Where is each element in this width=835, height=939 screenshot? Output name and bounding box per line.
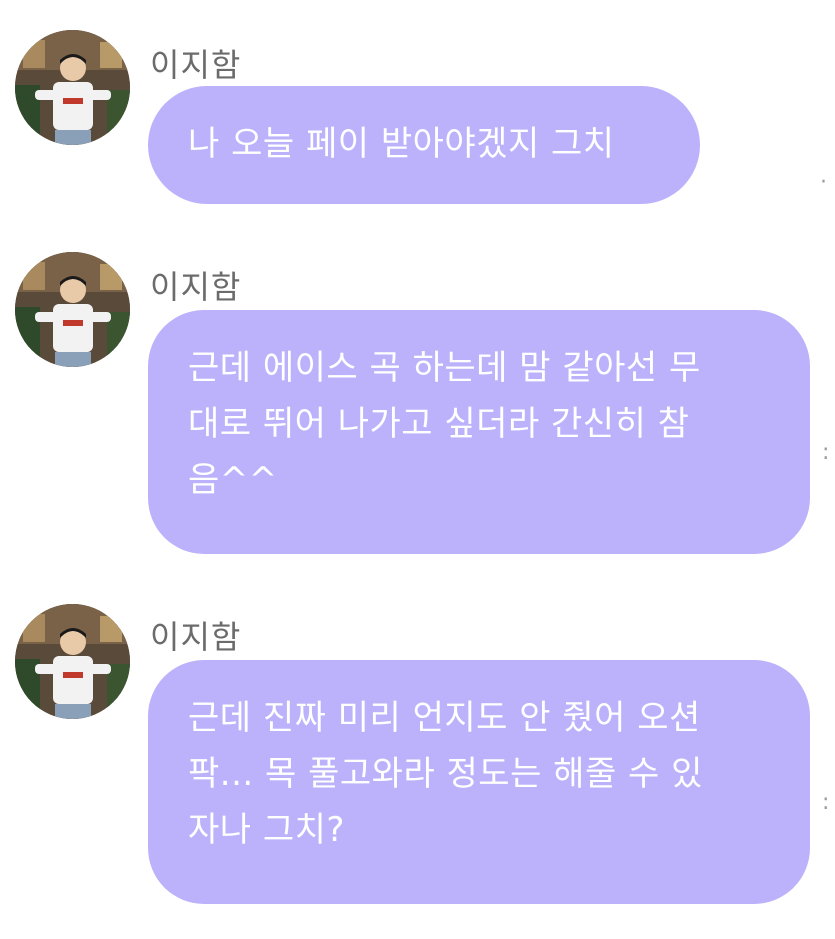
message-bubble[interactable]: 근데 에이스 곡 하는데 맘 같아선 무 대로 뛰어 나가고 싶더라 간신히 참… — [148, 310, 810, 554]
avatar-image — [15, 604, 130, 719]
avatar-image — [15, 30, 130, 145]
edge-mark: · — [820, 170, 827, 195]
message-bubble[interactable]: 근데 진짜 미리 언지도 안 줬어 오션 팍... 목 풀고와라 정도는 해줄 … — [148, 660, 810, 904]
sender-name: 이지함 — [150, 46, 242, 84]
avatar[interactable] — [15, 604, 130, 719]
edge-mark: : — [822, 440, 830, 465]
edge-mark: : — [822, 790, 830, 815]
sender-name: 이지함 — [150, 268, 242, 306]
avatar-image — [15, 252, 130, 367]
sender-name: 이지함 — [150, 618, 242, 656]
avatar[interactable] — [15, 30, 130, 145]
avatar[interactable] — [15, 252, 130, 367]
message-bubble[interactable]: 나 오늘 페이 받아야겠지 그치 — [148, 86, 700, 204]
